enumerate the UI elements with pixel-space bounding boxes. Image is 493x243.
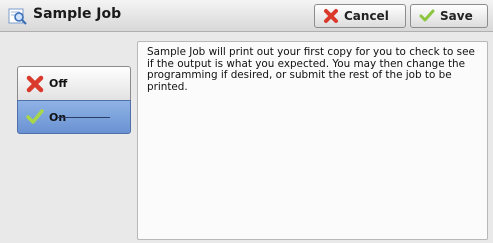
cancel-icon (26, 75, 44, 92)
check-icon (26, 109, 44, 124)
check-icon (419, 9, 435, 22)
description-panel: Sample Job will print out your first cop… (137, 41, 488, 240)
page-title: Sample Job (33, 6, 122, 22)
save-button[interactable]: Save (410, 4, 488, 28)
save-button-label: Save (440, 9, 473, 23)
description-text: Sample Job will print out your first cop… (147, 46, 475, 93)
option-divider (58, 117, 110, 118)
option-on-button[interactable]: On (17, 100, 131, 134)
option-off-label: Off (49, 77, 68, 90)
cancel-button[interactable]: Cancel (314, 4, 406, 28)
option-off-button[interactable]: Off (17, 66, 131, 100)
title-bar: Sample Job Cancel Save (0, 0, 493, 32)
magnifier-icon (8, 8, 27, 25)
cancel-icon (324, 9, 338, 23)
cancel-button-label: Cancel (344, 9, 389, 23)
